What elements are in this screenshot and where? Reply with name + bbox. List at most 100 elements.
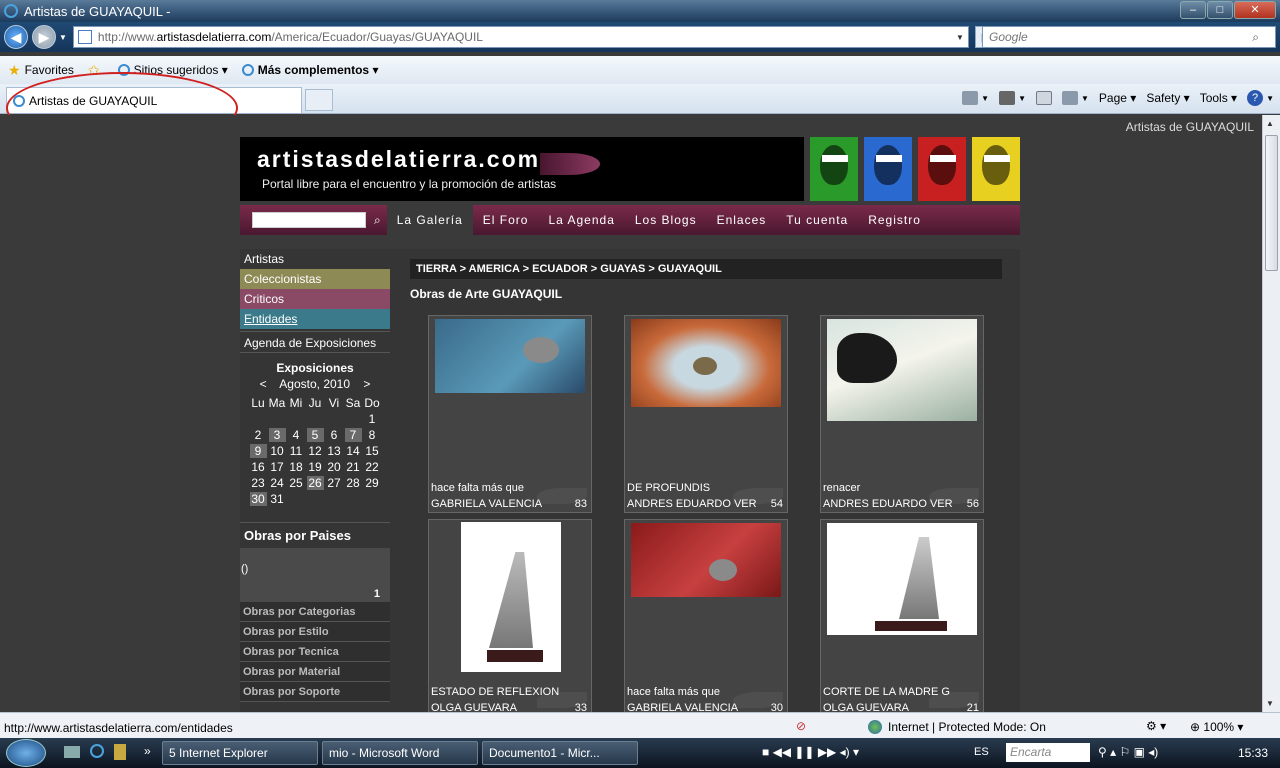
artwork-title[interactable]: DE PROFUNDIS — [627, 482, 710, 494]
artwork-image[interactable] — [461, 522, 561, 672]
artwork-image[interactable] — [827, 523, 977, 635]
add-favorite-button[interactable]: ✩ — [88, 62, 104, 79]
media-controls[interactable]: ■ ◀◀ ❚❚ ▶▶ ◂) ▾ — [762, 745, 859, 759]
nav-entidades[interactable]: Entidades — [240, 309, 390, 329]
link-obras-tecnica[interactable]: Obras por Tecnica — [240, 642, 390, 662]
help-dropdown-icon[interactable]: ▼ — [1266, 94, 1274, 103]
nav-artistas[interactable]: Artistas — [240, 249, 390, 269]
site-banner[interactable]: artistasdelatierra.com Portal libre para… — [240, 137, 804, 201]
scrollbar-thumb[interactable] — [1265, 135, 1278, 271]
vertical-scrollbar[interactable]: ▲ ▼ — [1262, 115, 1280, 712]
artwork-artist[interactable]: OLGA GUEVARA — [431, 702, 517, 712]
print-dropdown-icon[interactable]: ▼ — [1081, 94, 1089, 103]
site-search-input[interactable] — [252, 212, 366, 228]
taskbar-word-documento1[interactable]: Documento1 - Micr... — [482, 741, 638, 765]
menu-galeria[interactable]: La Galería — [386, 205, 473, 235]
encarta-search-input[interactable]: Encarta — [1006, 743, 1090, 762]
show-desktop-icon[interactable] — [64, 746, 80, 758]
menu-registro[interactable]: Registro — [858, 205, 931, 235]
new-tab-button[interactable] — [305, 89, 333, 111]
nav-criticos[interactable]: Criticos — [240, 289, 390, 309]
menu-agenda[interactable]: La Agenda — [538, 205, 624, 235]
artwork-image[interactable] — [631, 319, 781, 407]
artwork-artist[interactable]: GABRIELA VALENCIA — [627, 702, 738, 712]
popup-blocker-icon[interactable]: ⊘ — [796, 719, 806, 733]
scroll-down-icon[interactable]: ▼ — [1266, 699, 1274, 708]
security-zone[interactable]: Internet | Protected Mode: On — [868, 720, 1046, 734]
maximize-button[interactable]: □ — [1207, 1, 1233, 19]
scroll-up-icon[interactable]: ▲ — [1266, 119, 1274, 128]
menu-tu-cuenta[interactable]: Tu cuenta — [776, 205, 858, 235]
tray-icons[interactable]: ⚲ ▴ ⚐ ▣ ◂) — [1098, 745, 1158, 759]
zoom-level[interactable]: ⊕ 100% ▾ — [1190, 720, 1243, 734]
artwork-card[interactable]: renacer ANDRES EDUARDO VER 56 — [820, 315, 984, 513]
nav-agenda-exposiciones[interactable]: Agenda de Exposiciones — [240, 331, 390, 353]
artwork-title[interactable]: hace falta más que — [627, 686, 720, 698]
breadcrumb[interactable]: TIERRA > AMERICA > ECUADOR > GUAYAS > GU… — [410, 259, 1002, 279]
close-button[interactable]: ✕ — [1234, 1, 1276, 19]
artwork-card[interactable]: CORTE DE LA MADRE G OLGA GUEVARA 21 — [820, 519, 984, 712]
menu-foro[interactable]: El Foro — [473, 205, 539, 235]
artwork-title[interactable]: hace falta más que — [431, 482, 524, 494]
artwork-card[interactable]: ESTADO DE REFLEXION OLGA GUEVARA 33 — [428, 519, 592, 712]
link-obras-estilo[interactable]: Obras por Estilo — [240, 622, 390, 642]
feeds-icon[interactable] — [999, 91, 1016, 105]
home-icon[interactable] — [962, 91, 979, 105]
artwork-artist[interactable]: GABRIELA VALENCIA — [431, 498, 542, 510]
calendar-day[interactable]: 9 — [249, 444, 267, 458]
artwork-artist[interactable]: OLGA GUEVARA — [823, 702, 909, 712]
link-obras-categorias[interactable]: Obras por Categorias — [240, 602, 390, 622]
quicklaunch-icon[interactable] — [114, 744, 126, 760]
page-menu[interactable]: Page ▾ — [1099, 91, 1136, 105]
search-icon[interactable]: ⌕ — [1252, 30, 1259, 45]
artwork-artist[interactable]: ANDRES EDUARDO VER — [823, 498, 953, 510]
help-icon[interactable]: ? — [1247, 90, 1264, 106]
menu-enlaces[interactable]: Enlaces — [707, 205, 777, 235]
ie-quicklaunch-icon[interactable] — [90, 744, 104, 758]
artwork-title[interactable]: ESTADO DE REFLEXION — [431, 686, 559, 698]
minimize-button[interactable]: – — [1180, 1, 1206, 19]
forward-button[interactable]: ▶ — [32, 25, 56, 49]
artwork-image[interactable] — [631, 523, 781, 597]
artwork-artist[interactable]: ANDRES EDUARDO VER — [627, 498, 757, 510]
artwork-image[interactable] — [435, 319, 585, 393]
link-obras-soporte[interactable]: Obras por Soporte — [240, 682, 390, 702]
taskbar-internet-explorer[interactable]: 5 Internet Explorer — [162, 741, 318, 765]
artwork-title[interactable]: renacer — [823, 482, 860, 494]
back-button[interactable]: ◀ — [4, 25, 28, 49]
address-dropdown-icon[interactable]: ▼ — [956, 33, 964, 42]
address-bar[interactable]: http://www.artistasdelatierra.com/Americ… — [72, 26, 969, 48]
addons-button[interactable]: Más complementos ▾ — [241, 63, 378, 77]
protected-mode-icon[interactable]: ⚙ ▾ — [1146, 719, 1166, 733]
calendar-day[interactable]: 5 — [306, 428, 324, 442]
tools-menu[interactable]: Tools ▾ — [1200, 91, 1237, 105]
calendar-next-button[interactable]: > — [363, 377, 370, 391]
link-obras-material[interactable]: Obras por Material — [240, 662, 390, 682]
calendar-day[interactable]: 3 — [268, 428, 286, 442]
home-dropdown-icon[interactable]: ▼ — [981, 94, 989, 103]
artwork-card[interactable]: hace falta más que GABRIELA VALENCIA 83 — [428, 315, 592, 513]
language-indicator[interactable]: ES — [974, 746, 989, 758]
artwork-image[interactable] — [827, 319, 977, 421]
artwork-card[interactable]: DE PROFUNDIS ANDRES EDUARDO VER 54 — [624, 315, 788, 513]
calendar-prev-button[interactable]: < — [260, 377, 267, 391]
menu-blogs[interactable]: Los Blogs — [625, 205, 707, 235]
address-url[interactable]: http://www.artistasdelatierra.com/Americ… — [98, 30, 956, 44]
mail-icon[interactable] — [1036, 91, 1052, 105]
artwork-card[interactable]: hace falta más que GABRIELA VALENCIA 30 — [624, 519, 788, 712]
recent-pages-dropdown[interactable]: ▼ — [59, 33, 67, 42]
quicklaunch-overflow-icon[interactable]: » — [144, 744, 151, 758]
taskbar-word-mio[interactable]: mio - Microsoft Word — [322, 741, 478, 765]
tab-artistas-guayaquil[interactable]: Artistas de GUAYAQUIL — [6, 87, 302, 113]
calendar-day[interactable]: 30 — [249, 492, 267, 506]
print-icon[interactable] — [1062, 91, 1078, 105]
nav-coleccionistas[interactable]: Coleccionistas — [240, 269, 390, 289]
calendar-day[interactable]: 7 — [344, 428, 362, 442]
site-search-icon[interactable]: ⌕ — [374, 213, 381, 228]
search-input[interactable]: Google ⌕ — [982, 26, 1276, 48]
obras-paises-item[interactable]: () — [241, 563, 248, 575]
safety-menu[interactable]: Safety ▾ — [1146, 91, 1189, 105]
calendar-day[interactable]: 26 — [306, 476, 324, 490]
suggested-sites-button[interactable]: Sitios sugeridos ▾ — [117, 63, 228, 77]
start-button[interactable] — [6, 739, 46, 767]
